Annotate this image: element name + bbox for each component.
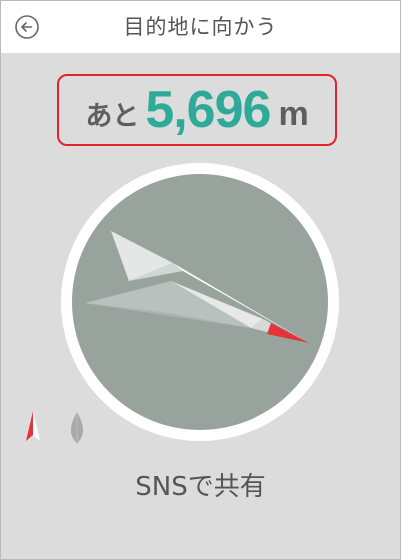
distance-value: 5,696	[145, 81, 271, 139]
app-screen: 目的地に向かう あと 5,696 m SNSで共有	[0, 0, 401, 560]
distance-display: あと 5,696 m	[57, 74, 337, 146]
share-sns-button[interactable]: SNSで共有	[1, 465, 400, 509]
header-bar: 目的地に向かう	[1, 1, 400, 53]
gray-marker-icon	[67, 411, 87, 445]
page-title: 目的地に向かう	[123, 15, 278, 39]
red-arrow-marker-icon	[22, 409, 44, 445]
compass-dial	[61, 163, 339, 441]
distance-prefix: あと	[85, 100, 140, 132]
distance-unit: m	[278, 94, 309, 133]
